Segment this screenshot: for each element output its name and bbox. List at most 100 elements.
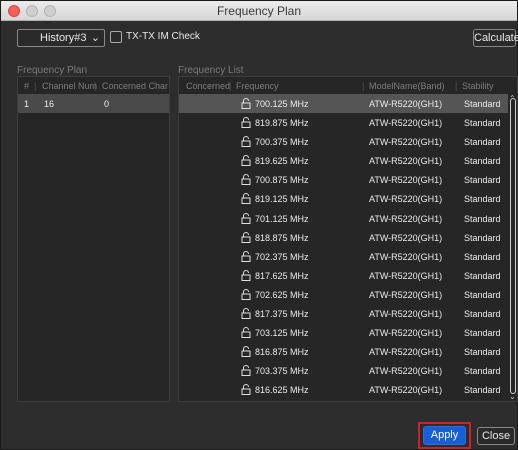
row-frequency: 816.625 MHz bbox=[255, 385, 309, 396]
unlock-icon[interactable] bbox=[241, 327, 251, 339]
row-stability: Standard bbox=[464, 347, 501, 358]
row-frequency: 817.375 MHz bbox=[255, 309, 309, 320]
table-row[interactable]: 700.125 MHz ATW-R5220(GH1) Standard bbox=[179, 94, 508, 114]
list-col-divider: | bbox=[455, 81, 458, 91]
frequency-list-section-label: Frequency List bbox=[178, 65, 244, 76]
row-stability: Standard bbox=[464, 213, 501, 224]
unlock-icon[interactable] bbox=[241, 155, 251, 167]
chevron-down-icon: ⌄ bbox=[90, 32, 100, 44]
table-row[interactable]: 818.875 MHz ATW-R5220(GH1) Standard bbox=[179, 228, 508, 247]
table-row[interactable]: 1 16 0 bbox=[18, 94, 169, 113]
unlock-icon[interactable] bbox=[241, 346, 251, 358]
row-frequency: 817.625 MHz bbox=[255, 270, 309, 281]
unlock-icon[interactable] bbox=[241, 174, 251, 186]
table-row[interactable]: 702.375 MHz ATW-R5220(GH1) Standard bbox=[179, 247, 508, 266]
row-stability: Standard bbox=[464, 99, 501, 109]
unlock-icon[interactable] bbox=[241, 212, 251, 224]
unlock-icon[interactable] bbox=[241, 250, 251, 262]
row-model: ATW-R5220(GH1) bbox=[369, 309, 443, 320]
row-model: ATW-R5220(GH1) bbox=[369, 385, 443, 396]
row-model: ATW-R5220(GH1) bbox=[369, 118, 443, 129]
unlock-icon[interactable] bbox=[241, 365, 251, 377]
list-col-concerned[interactable]: Concerned bbox=[186, 81, 230, 91]
row-frequency: 818.875 MHz bbox=[255, 232, 309, 243]
table-row[interactable]: 817.375 MHz ATW-R5220(GH1) Standard bbox=[179, 304, 508, 323]
plan-col-concerned[interactable]: Concerned Channe bbox=[102, 81, 168, 91]
table-row[interactable]: 819.125 MHz ATW-R5220(GH1) Standard bbox=[179, 189, 508, 208]
table-row[interactable]: 819.875 MHz ATW-R5220(GH1) Standard bbox=[179, 113, 508, 132]
plan-col-divider: | bbox=[34, 81, 37, 91]
row-model: ATW-R5220(GH1) bbox=[369, 251, 443, 262]
list-table-header: Concerned | Frequency | ModelName(Band) … bbox=[179, 77, 517, 94]
table-row[interactable]: 817.625 MHz ATW-R5220(GH1) Standard bbox=[179, 266, 508, 285]
row-frequency: 703.125 MHz bbox=[255, 328, 309, 339]
im-check-label: TX-TX IM Check bbox=[126, 31, 200, 42]
row-frequency: 701.125 MHz bbox=[255, 213, 309, 224]
apply-button[interactable]: Apply bbox=[423, 426, 466, 445]
row-model: ATW-R5220(GH1) bbox=[369, 270, 443, 281]
list-col-divider: | bbox=[229, 81, 232, 91]
scroll-thumb[interactable] bbox=[510, 98, 516, 394]
row-model: ATW-R5220(GH1) bbox=[369, 347, 443, 358]
row-frequency: 819.125 MHz bbox=[255, 194, 309, 205]
row-model: ATW-R5220(GH1) bbox=[369, 213, 443, 224]
row-stability: Standard bbox=[464, 156, 501, 167]
row-model: ATW-R5220(GH1) bbox=[369, 175, 443, 186]
row-frequency: 700.875 MHz bbox=[255, 175, 309, 186]
row-frequency: 700.375 MHz bbox=[255, 137, 309, 148]
unlock-icon[interactable] bbox=[241, 98, 251, 109]
table-row[interactable]: 703.375 MHz ATW-R5220(GH1) Standard bbox=[179, 361, 508, 380]
table-row[interactable]: 816.625 MHz ATW-R5220(GH1) Standard bbox=[179, 380, 508, 399]
history-dropdown-value: History#3 bbox=[40, 32, 87, 44]
row-frequency: 703.375 MHz bbox=[255, 366, 309, 377]
plan-col-index[interactable]: # bbox=[24, 81, 29, 91]
row-model: ATW-R5220(GH1) bbox=[369, 232, 443, 243]
scroll-down-icon[interactable]: ⌄ bbox=[509, 392, 516, 401]
calculate-button[interactable]: Calculate bbox=[473, 29, 518, 47]
unlock-icon[interactable] bbox=[241, 308, 251, 320]
row-stability: Standard bbox=[464, 366, 501, 377]
list-col-divider: | bbox=[362, 81, 365, 91]
row-model: ATW-R5220(GH1) bbox=[369, 289, 443, 300]
unlock-icon[interactable] bbox=[241, 384, 251, 396]
row-model: ATW-R5220(GH1) bbox=[369, 156, 443, 167]
plan-row-index: 1 bbox=[24, 99, 30, 109]
plan-row-channel-num: 16 bbox=[44, 99, 55, 109]
row-stability: Standard bbox=[464, 137, 501, 148]
row-model: ATW-R5220(GH1) bbox=[369, 194, 443, 205]
row-frequency: 702.375 MHz bbox=[255, 251, 309, 262]
plan-row-concerned: 0 bbox=[104, 99, 110, 109]
unlock-icon[interactable] bbox=[241, 117, 251, 129]
unlock-icon[interactable] bbox=[241, 231, 251, 243]
list-col-stability[interactable]: Stability bbox=[462, 81, 494, 91]
row-stability: Standard bbox=[464, 175, 501, 186]
list-col-frequency[interactable]: Frequency bbox=[236, 81, 279, 91]
frequency-plan-section-label: Frequency Plan bbox=[17, 65, 88, 76]
list-col-model[interactable]: ModelName(Band) bbox=[369, 81, 445, 91]
history-dropdown[interactable]: History#3 ⌄ bbox=[17, 29, 105, 47]
unlock-icon[interactable] bbox=[241, 269, 251, 281]
title-bar: Frequency Plan bbox=[1, 1, 517, 21]
row-stability: Standard bbox=[464, 118, 501, 129]
table-row[interactable]: 701.125 MHz ATW-R5220(GH1) Standard bbox=[179, 209, 508, 228]
table-row[interactable]: 700.375 MHz ATW-R5220(GH1) Standard bbox=[179, 132, 508, 151]
window-title: Frequency Plan bbox=[216, 4, 302, 18]
frequency-plan-table: # | Channel Num | Concerned Channe 1 16 … bbox=[17, 76, 170, 402]
row-stability: Standard bbox=[464, 385, 501, 396]
table-row[interactable]: 700.875 MHz ATW-R5220(GH1) Standard bbox=[179, 170, 508, 189]
unlock-icon[interactable] bbox=[241, 193, 251, 205]
close-button[interactable]: Close bbox=[477, 427, 515, 445]
table-row[interactable]: 702.625 MHz ATW-R5220(GH1) Standard bbox=[179, 285, 508, 304]
row-frequency: 700.125 MHz bbox=[255, 99, 309, 109]
table-row[interactable]: 703.125 MHz ATW-R5220(GH1) Standard bbox=[179, 323, 508, 342]
table-row[interactable]: 816.875 MHz ATW-R5220(GH1) Standard bbox=[179, 342, 508, 361]
unlock-icon[interactable] bbox=[241, 288, 251, 300]
unlock-icon[interactable] bbox=[241, 136, 251, 148]
frequency-plan-window: Frequency Plan History#3 ⌄ TX-TX IM Chec… bbox=[0, 0, 518, 450]
row-model: ATW-R5220(GH1) bbox=[369, 99, 443, 109]
frequency-list-rows: 700.125 MHz ATW-R5220(GH1) Standard 819.875… bbox=[179, 94, 508, 400]
table-row[interactable]: 819.625 MHz ATW-R5220(GH1) Standard bbox=[179, 151, 508, 170]
list-scrollbar[interactable]: ⌃ ⌄ bbox=[508, 94, 518, 401]
plan-col-channel-num[interactable]: Channel Num bbox=[42, 81, 97, 91]
im-check-checkbox[interactable] bbox=[110, 31, 122, 43]
